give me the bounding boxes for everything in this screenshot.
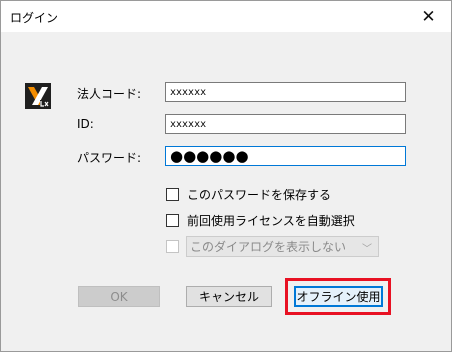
login-dialog: ログイン ✕ 法人コード: xxxxxx ID: xxxxxx パスワード: ●… [0,0,452,352]
title-bar: ログイン ✕ [1,1,451,32]
auto-select-license-checkbox[interactable] [166,214,179,227]
dont-show-dialog-select: このダイアログを表示しない ﹀ [186,236,379,257]
company-code-input[interactable]: xxxxxx [165,82,406,102]
xlx-logo-icon [25,83,51,109]
auto-select-license-label[interactable]: 前回使用ライセンスを自動選択 [187,212,355,229]
close-icon[interactable]: ✕ [406,1,451,32]
id-label: ID: [77,117,94,131]
chevron-down-icon: ﹀ [362,244,372,255]
password-input[interactable]: ●●●●●● [165,146,406,166]
password-label: パスワード: [77,151,142,165]
id-input[interactable]: xxxxxx [165,114,406,134]
dont-show-dialog-checkbox [166,240,179,253]
highlight-box [285,278,391,315]
dont-show-dialog-label: このダイアログを表示しない [190,240,347,254]
password-value: ●●●●●● [170,146,249,165]
save-password-label[interactable]: このパスワードを保存する [187,186,331,203]
ok-button: OK [78,286,160,307]
save-password-checkbox[interactable] [166,188,179,201]
window-title: ログイン [10,11,59,25]
company-code-label: 法人コード: [77,87,142,101]
cancel-button[interactable]: キャンセル [186,286,272,307]
